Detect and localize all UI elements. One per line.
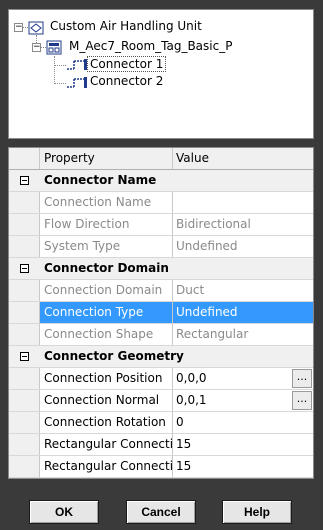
property-row-connection-name[interactable]: Connection Name <box>9 192 313 214</box>
property-value: Bidirectional <box>176 217 251 231</box>
property-name: Flow Direction <box>40 214 173 235</box>
tree-root-label[interactable]: Custom Air Handling Unit <box>50 19 202 33</box>
grid-gutter <box>9 236 40 257</box>
property-row-connection-shape[interactable]: Connection Shape Rectangular <box>9 324 313 346</box>
property-value-input[interactable]: 0 <box>173 412 313 433</box>
help-button[interactable]: Help <box>222 500 292 524</box>
browse-button[interactable]: ... <box>292 391 312 410</box>
category-label: Connector Name <box>40 170 313 191</box>
grid-gutter <box>9 368 40 389</box>
tree-connector-line <box>54 65 66 66</box>
root-expand-toggle[interactable]: − <box>14 23 23 32</box>
grid-gutter <box>9 214 40 235</box>
value-column-header[interactable]: Value <box>173 148 313 169</box>
property-row-flow-direction[interactable]: Flow Direction Bidirectional <box>9 214 313 236</box>
property-row-connection-domain[interactable]: Connection Domain Duct <box>9 280 313 302</box>
grid-gutter <box>9 434 40 455</box>
connector-icon <box>67 77 87 88</box>
property-value <box>173 192 313 213</box>
tree-connector-1[interactable]: Connector 1 <box>87 56 167 72</box>
property-row-connection-rotation[interactable]: Connection Rotation 0 <box>9 412 313 434</box>
property-row-connection-position[interactable]: Connection Position 0,0,0 ... <box>9 368 313 390</box>
unit-icon <box>28 21 44 35</box>
grid-gutter <box>9 346 40 367</box>
grid-header-row: Property Value <box>9 148 313 170</box>
collapse-icon[interactable] <box>20 352 29 361</box>
browse-button[interactable]: ... <box>292 369 312 388</box>
category-connector-domain[interactable]: Connector Domain <box>9 258 313 280</box>
property-name: Connection Position <box>40 368 173 389</box>
property-value-dropdown[interactable]: Undefined <box>173 302 313 323</box>
collapse-icon[interactable] <box>20 176 29 185</box>
category-label: Connector Domain <box>40 258 313 279</box>
property-column-header[interactable]: Property <box>40 148 173 169</box>
cancel-button[interactable]: Cancel <box>126 500 196 524</box>
tree-connector-2[interactable]: Connector 2 <box>90 74 163 88</box>
child-expand-toggle[interactable]: − <box>32 43 41 52</box>
property-name: Connection Domain <box>40 280 173 301</box>
tree-connector-line <box>54 56 55 84</box>
connector-icon <box>67 59 87 70</box>
grid-gutter <box>9 192 40 213</box>
grid-gutter <box>9 412 40 433</box>
property-name: Connection Shape <box>40 324 173 345</box>
grid-gutter <box>9 258 40 279</box>
property-name: Connection Name <box>40 192 173 213</box>
category-label: Connector Geometry <box>40 346 313 367</box>
property-grid[interactable]: Property Value Connector Name Connection… <box>8 147 314 479</box>
category-connector-name[interactable]: Connector Name <box>9 170 313 192</box>
property-name: Connection Rotation <box>40 412 173 433</box>
property-row-rectangular-connection-2[interactable]: Rectangular Connecti... 15 <box>9 456 313 478</box>
tree-child-label[interactable]: M_Aec7_Room_Tag_Basic_P <box>69 39 232 53</box>
ok-button[interactable]: OK <box>29 500 99 524</box>
property-row-connection-type[interactable]: Connection Type Undefined <box>9 302 313 324</box>
property-name: Rectangular Connecti... <box>40 434 173 455</box>
grid-header-gutter <box>9 148 40 169</box>
property-value-input[interactable]: 15 <box>173 434 313 455</box>
grid-gutter <box>9 170 40 191</box>
grid-gutter <box>9 280 40 301</box>
grid-gutter <box>9 456 40 477</box>
grid-gutter <box>9 324 40 345</box>
grid-gutter <box>9 302 40 323</box>
tree-connector-line <box>54 83 66 84</box>
category-connector-geometry[interactable]: Connector Geometry <box>9 346 313 368</box>
property-value: Rectangular <box>176 327 249 341</box>
property-value: Duct <box>176 283 205 297</box>
property-name: Rectangular Connecti... <box>40 456 173 477</box>
property-name: System Type <box>40 236 173 257</box>
collapse-icon[interactable] <box>20 264 29 273</box>
component-tree[interactable]: − Custom Air Handling Unit − M_Aec7_Room… <box>8 9 314 139</box>
grid-gutter <box>9 390 40 411</box>
property-name: Connection Type <box>40 302 173 323</box>
property-value-input[interactable]: 15 <box>173 456 313 477</box>
property-value: Undefined <box>176 239 238 253</box>
family-icon <box>46 40 62 55</box>
property-row-rectangular-connection-1[interactable]: Rectangular Connecti... 15 <box>9 434 313 456</box>
property-name: Connection Normal <box>40 390 173 411</box>
property-row-connection-normal[interactable]: Connection Normal 0,0,1 ... <box>9 390 313 412</box>
property-row-system-type[interactable]: System Type Undefined <box>9 236 313 258</box>
